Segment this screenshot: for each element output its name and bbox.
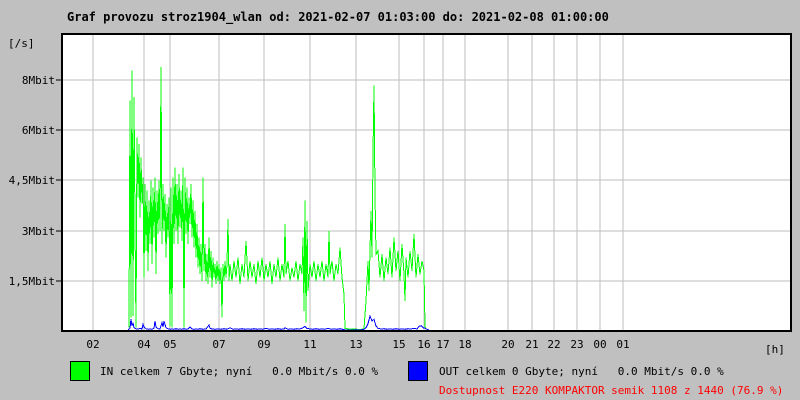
traffic-chart: 8Mbit 6Mbit 4,5Mbit 3Mbit 1,5Mbit 02 04 05 07 09 1…: [9, 33, 792, 351]
y-tick-label-3Mbit: 3Mbit: [22, 225, 55, 238]
x-tick-label-00: 00: [593, 338, 606, 351]
x-tick-label-16: 16: [417, 338, 430, 351]
out-legend-label: OUT celkem 0 Gbyte; nyní 0.0 Mbit/s 0.0 …: [439, 365, 724, 378]
x-tick-label-01: 01: [616, 338, 629, 351]
y-tick-label-8Mbit: 8Mbit: [22, 74, 55, 87]
x-axis-unit-label: [h]: [765, 343, 785, 356]
x-tick-label-23: 23: [570, 338, 583, 351]
y-axis-unit-label: [/s]: [8, 37, 35, 50]
x-tick-label-20: 20: [501, 338, 514, 351]
x-tick-label-13: 13: [349, 338, 362, 351]
x-tick-label-07: 07: [212, 338, 225, 351]
x-tick-label-17: 17: [436, 338, 449, 351]
availability-note: Dostupnost E220 KOMPAKTOR semik 1108 z 1…: [439, 384, 784, 397]
graph-title: Graf provozu stroz1904_wlan od: 2021-02-…: [67, 10, 609, 24]
x-tick-label-05: 05: [163, 338, 176, 351]
y-tick-label-4,5Mbit: 4,5Mbit: [9, 174, 55, 187]
out-legend-swatch: [408, 361, 428, 381]
x-tick-label-11: 11: [303, 338, 316, 351]
y-tick-label-6Mbit: 6Mbit: [22, 124, 55, 137]
x-tick-label-09: 09: [257, 338, 270, 351]
x-tick-label-15: 15: [392, 338, 405, 351]
y-tick-label-1,5Mbit: 1,5Mbit: [9, 275, 55, 288]
x-tick-label-04: 04: [137, 338, 151, 351]
x-tick-label-18: 18: [458, 338, 471, 351]
x-tick-label-22: 22: [547, 338, 560, 351]
mrtg-traffic-page: 8Mbit 6Mbit 4,5Mbit 3Mbit 1,5Mbit 02 04 05 07 09 1…: [0, 0, 800, 400]
x-tick-label-02: 02: [86, 338, 99, 351]
x-tick-label-21: 21: [525, 338, 538, 351]
in-legend-swatch: [70, 361, 90, 381]
in-legend-label: IN celkem 7 Gbyte; nyní 0.0 Mbit/s 0.0 %: [100, 365, 379, 378]
